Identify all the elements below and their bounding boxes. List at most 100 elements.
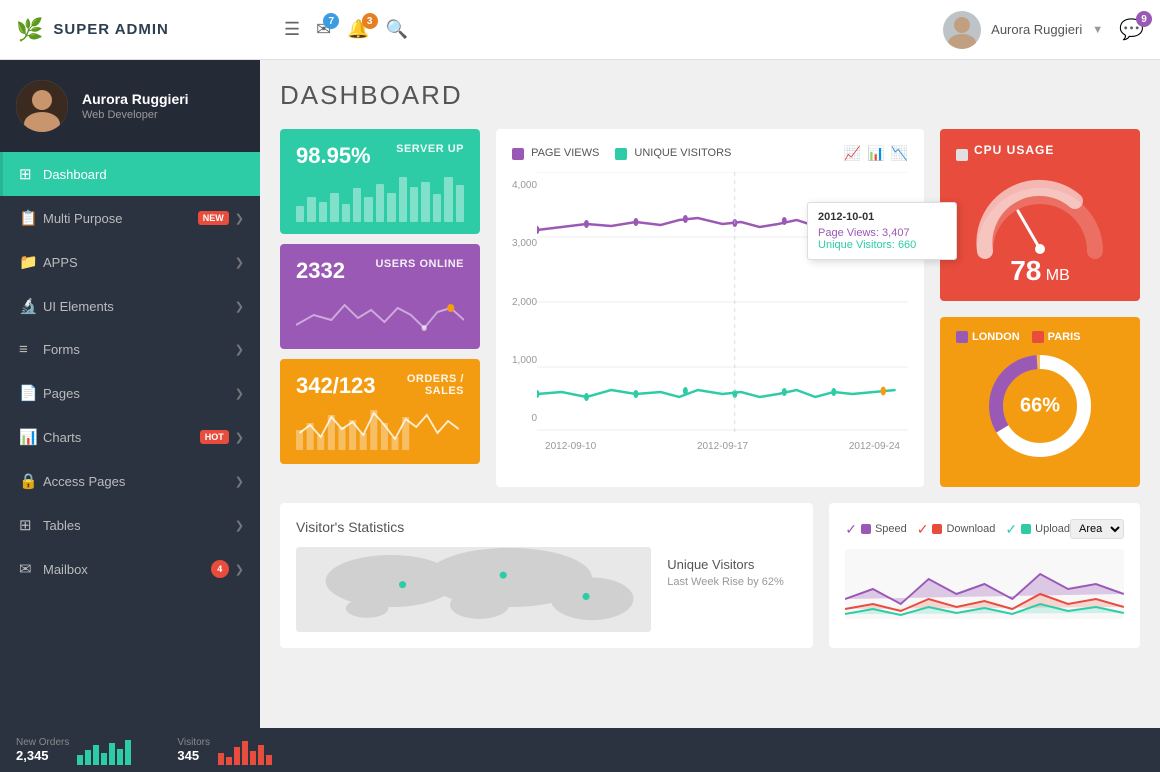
- forms-icon: ≡: [19, 341, 43, 358]
- sidebar-item-mailbox[interactable]: ✉ Mailbox 4 ❯: [0, 547, 260, 591]
- sidebar-item-label: Mailbox: [43, 562, 211, 577]
- sidebar-username: Aurora Ruggieri: [82, 91, 189, 107]
- bar-chart-btn[interactable]: 📊: [867, 145, 884, 162]
- top-navigation: 🌿 SUPER ADMIN ☰ ✉ 7 🔔 3 🔍 Aurora Ruggier…: [0, 0, 1160, 60]
- sidebar-avatar: [16, 80, 68, 132]
- cpu-value: 78: [1010, 255, 1041, 286]
- chevron-icon: ❯: [235, 343, 244, 356]
- new-orders-value: 2,345: [16, 748, 69, 763]
- chart-type-select[interactable]: Area: [1070, 519, 1124, 539]
- sidebar-item-tables[interactable]: ⊞ Tables ❯: [0, 503, 260, 547]
- cpu-indicator: [956, 149, 968, 161]
- sidebar-item-pages[interactable]: 📄 Pages ❯: [0, 371, 260, 415]
- hamburger-button[interactable]: ☰: [284, 19, 300, 40]
- sidebar-item-forms[interactable]: ≡ Forms ❯: [0, 328, 260, 371]
- new-orders-label-wrap: New Orders 2,345: [16, 737, 69, 763]
- sidebar-item-label: Tables: [43, 518, 235, 533]
- multipurpose-icon: 📋: [19, 209, 43, 227]
- mail-button[interactable]: ✉ 7: [316, 19, 331, 40]
- avatar: [943, 11, 981, 49]
- bell-button[interactable]: 🔔 3: [347, 19, 369, 40]
- sidebar-item-charts[interactable]: 📊 Charts HOT ❯: [0, 415, 260, 459]
- paris-legend: PARIS: [1032, 331, 1081, 343]
- cpu-gauge: [956, 171, 1124, 261]
- line-chart-card: PAGE VIEWS UNIQUE VISITORS 📈 📊 📉: [496, 129, 924, 487]
- server-value: 98.95%: [296, 143, 371, 169]
- page-title: DASHBOARD: [280, 80, 1140, 111]
- status-bar: New Orders 2,345 Visitors 345: [0, 728, 1160, 772]
- chevron-icon: ❯: [235, 256, 244, 269]
- hot-badge: HOT: [200, 430, 229, 444]
- sidebar-item-apps[interactable]: 📁 APPS ❯: [0, 240, 260, 284]
- paris-dot: [1032, 331, 1044, 343]
- bar: [376, 184, 384, 222]
- bar: [307, 197, 315, 222]
- area-chart-btn[interactable]: 📉: [891, 145, 908, 162]
- orders-chart: [296, 405, 464, 450]
- chevron-icon: ❯: [235, 475, 244, 488]
- chart-legend: PAGE VIEWS UNIQUE VISITORS: [512, 147, 731, 159]
- sidebar-role: Web Developer: [82, 109, 189, 121]
- bar: [330, 193, 338, 222]
- speed-legend-speed: ✓ Speed: [845, 521, 907, 538]
- chart-header: PAGE VIEWS UNIQUE VISITORS 📈 📊 📉: [512, 145, 908, 162]
- visitor-stats-card: Visitor's Statistics: [280, 503, 813, 648]
- donut-label: 66%: [1020, 395, 1060, 418]
- chat-button[interactable]: 💬 9: [1119, 17, 1144, 42]
- visitor-map: [296, 547, 651, 632]
- pv-legend: PAGE VIEWS: [512, 147, 599, 159]
- sidebar-item-label: Access Pages: [43, 474, 235, 489]
- server-up-card: 98.95% SERVER UP: [280, 129, 480, 234]
- chart-body: 4,000 3,000 2,000 1,000 0: [512, 172, 908, 452]
- speed-header: ✓ Speed ✓ Download ✓ Upload: [845, 519, 1124, 539]
- charts-icon: 📊: [19, 428, 43, 446]
- sidebar-item-multipurpose[interactable]: 📋 Multi Purpose NEW ❯: [0, 196, 260, 240]
- speed-legend: ✓ Speed ✓ Download ✓ Upload: [845, 521, 1070, 538]
- chart-svg-container: 2012-10-01 Page Views: 3,407 Unique Visi…: [537, 172, 908, 452]
- users-label: USERS ONLINE: [375, 258, 464, 270]
- orders-label: ORDERS / SALES: [376, 373, 464, 397]
- chart-controls: 📈 📊 📉: [844, 145, 908, 162]
- bar: [319, 202, 327, 222]
- bottom-row: Visitor's Statistics: [280, 503, 1140, 648]
- sidebar-item-label: Charts: [43, 430, 200, 445]
- sidebar-nav: ⊞ Dashboard 📋 Multi Purpose NEW ❯ 📁 APPS…: [0, 152, 260, 728]
- sidebar-item-access-pages[interactable]: 🔒 Access Pages ❯: [0, 459, 260, 503]
- sidebar-item-label: UI Elements: [43, 299, 235, 314]
- pv-dot: [512, 148, 524, 160]
- mailbox-badge: 4: [211, 560, 229, 578]
- cpu-header: CPU USAGE: [956, 143, 1124, 167]
- visitors-label: Visitors: [177, 737, 210, 748]
- access-icon: 🔒: [19, 472, 43, 490]
- chevron-icon: ❯: [235, 300, 244, 313]
- mailbox-icon: ✉: [19, 560, 43, 578]
- bar: [364, 197, 372, 222]
- sidebar-user: Aurora Ruggieri Web Developer: [0, 60, 260, 152]
- bar: [444, 177, 452, 222]
- users-value: 2332: [296, 258, 345, 284]
- sidebar-item-label: Multi Purpose: [43, 211, 198, 226]
- line-chart-btn[interactable]: 📈: [844, 145, 861, 162]
- search-button[interactable]: 🔍: [386, 19, 408, 40]
- chevron-icon: ❯: [235, 212, 244, 225]
- sidebar-item-ui-elements[interactable]: 🔬 UI Elements ❯: [0, 284, 260, 328]
- apps-icon: 📁: [19, 253, 43, 271]
- dashboard-icon: ⊞: [19, 165, 43, 183]
- users-online-card: 2332 USERS ONLINE: [280, 244, 480, 349]
- visitors-mini-chart: [218, 735, 278, 765]
- sidebar-item-label: Forms: [43, 342, 235, 357]
- speed-card: ✓ Speed ✓ Download ✓ Upload: [829, 503, 1140, 648]
- unique-visitors-info: Unique Visitors Last Week Rise by 62%: [667, 547, 797, 632]
- y-axis: 4,000 3,000 2,000 1,000 0: [512, 172, 537, 432]
- chat-badge: 9: [1136, 11, 1152, 27]
- cpu-unit: MB: [1046, 267, 1070, 284]
- uv-dot: [615, 148, 627, 160]
- bar: [342, 204, 350, 222]
- brand-name: SUPER ADMIN: [53, 21, 168, 38]
- top-widgets-row: 98.95% SERVER UP: [280, 129, 1140, 487]
- new-orders-label: New Orders: [16, 737, 69, 748]
- chevron-icon: ❯: [235, 563, 244, 576]
- sidebar-item-dashboard[interactable]: ⊞ Dashboard: [0, 152, 260, 196]
- bar: [296, 206, 304, 222]
- user-info[interactable]: Aurora Ruggieri ▼: [943, 11, 1103, 49]
